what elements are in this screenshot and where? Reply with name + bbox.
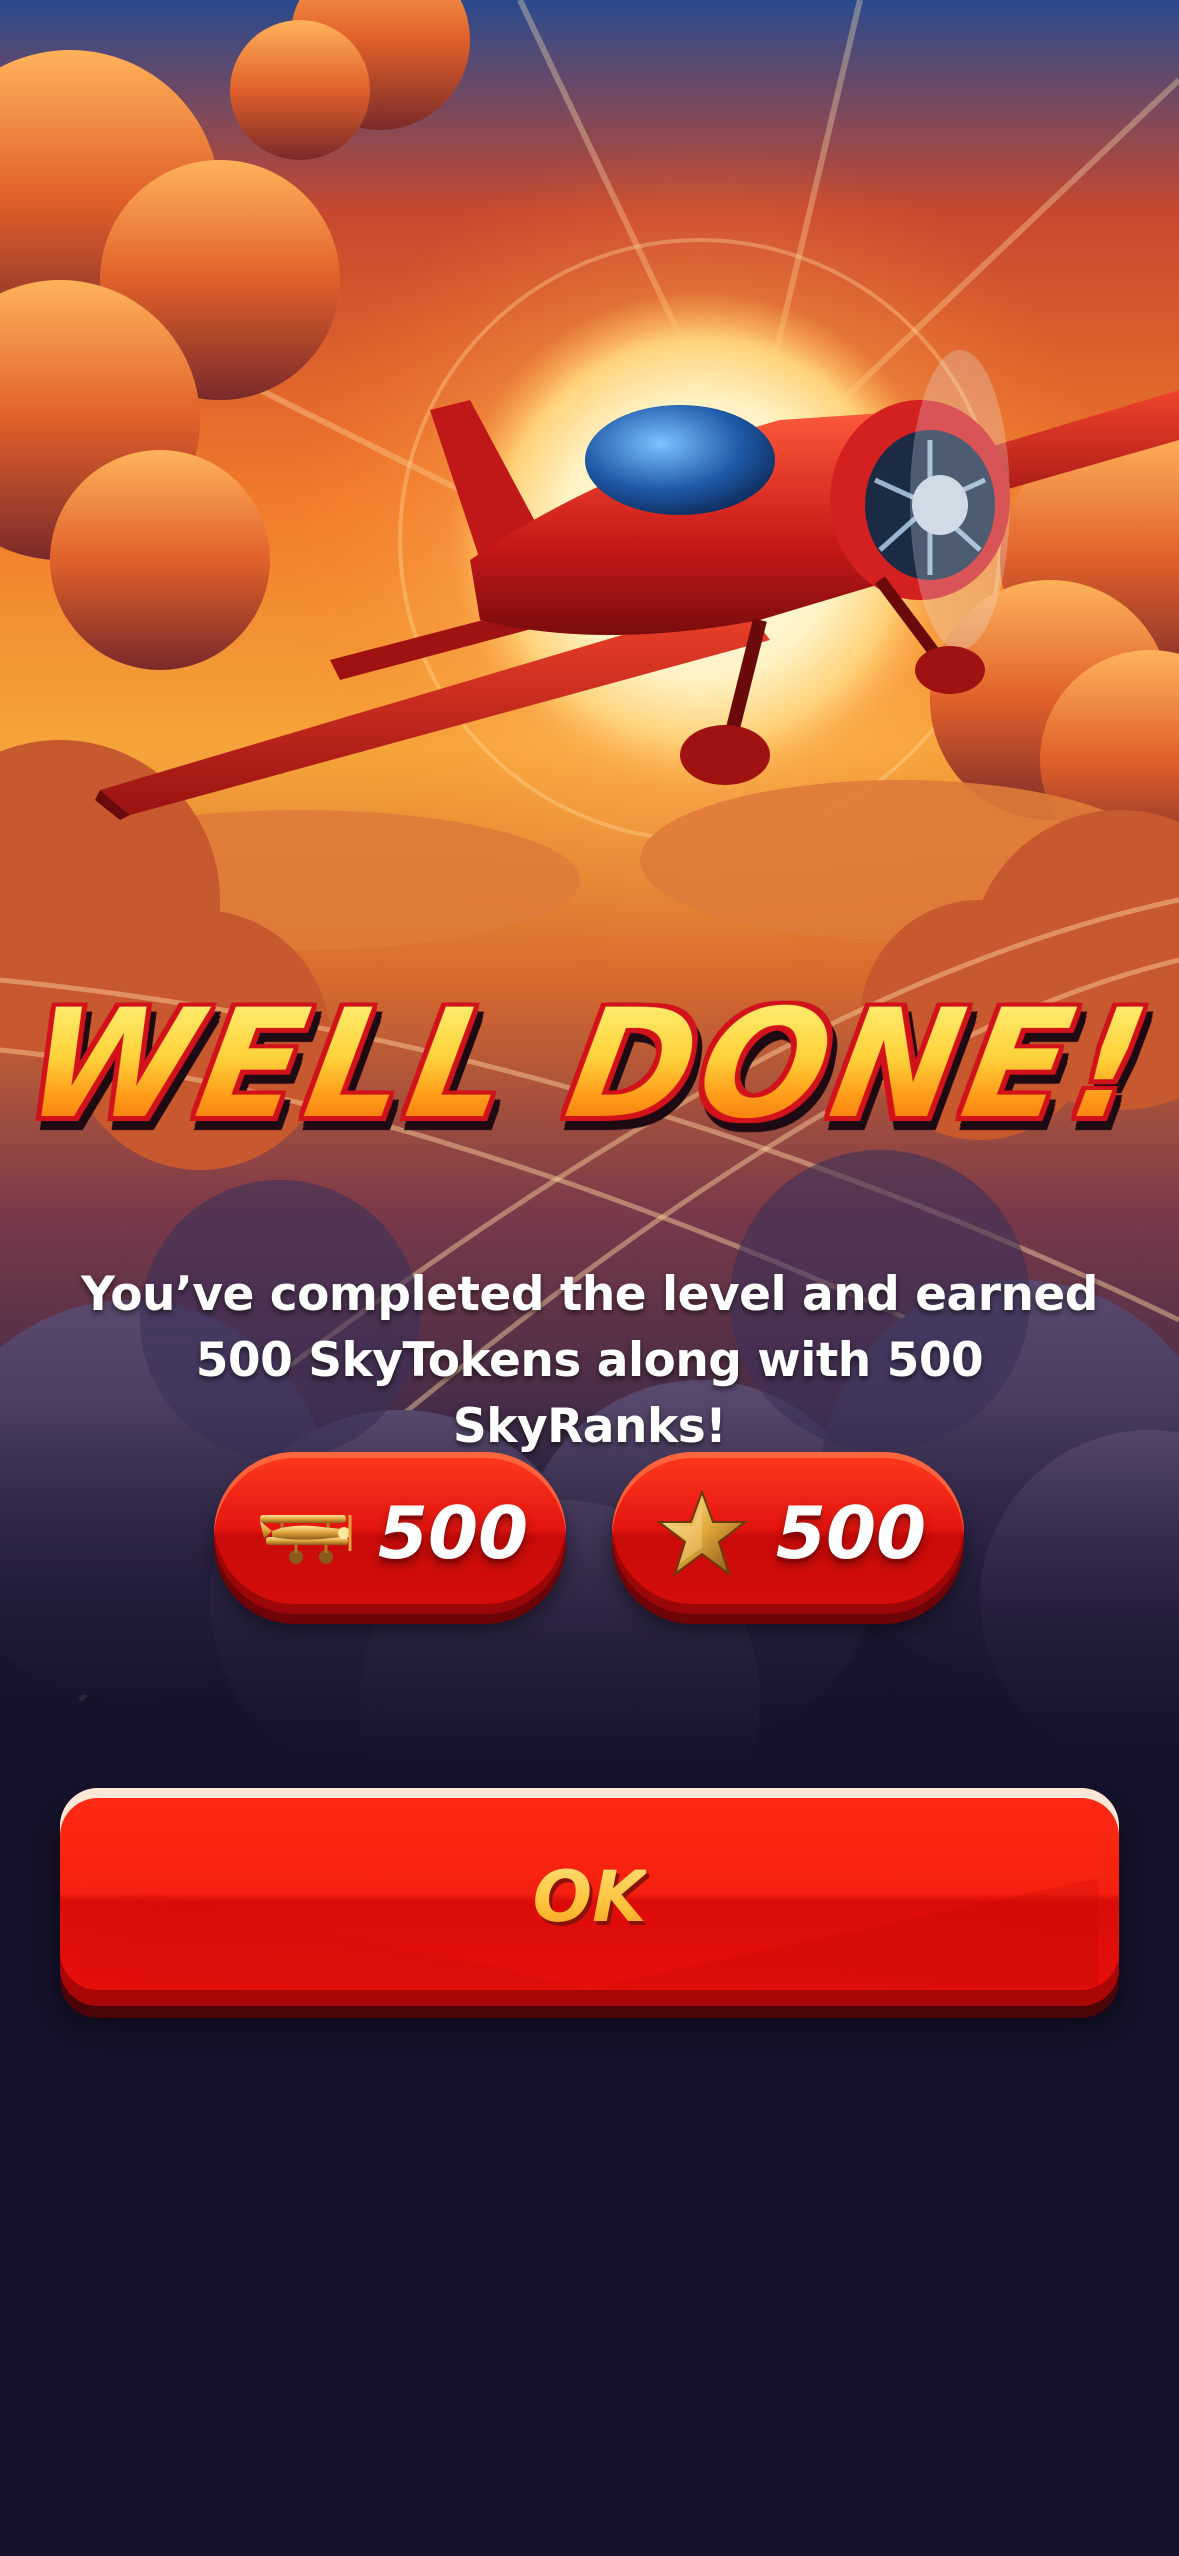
ok-button-label: OK: [532, 1856, 647, 1938]
biplane-icon: [252, 1488, 356, 1578]
star-icon: [650, 1488, 754, 1578]
ok-button[interactable]: OK: [60, 1788, 1119, 2006]
skyranks-value: 500: [775, 1491, 927, 1575]
skytokens-reward-badge: 500: [214, 1452, 566, 1614]
skytokens-value: 500: [377, 1491, 529, 1575]
reward-message: You’ve completed the level and earned 50…: [81, 1267, 1098, 1454]
hero-illustration: [0, 0, 1179, 1780]
well-done-title: WELL DONE!: [0, 978, 1179, 1152]
reward-screen: WELL DONE! You’ve completed the level an…: [0, 0, 1179, 2556]
skyranks-reward-badge: 500: [612, 1452, 964, 1614]
